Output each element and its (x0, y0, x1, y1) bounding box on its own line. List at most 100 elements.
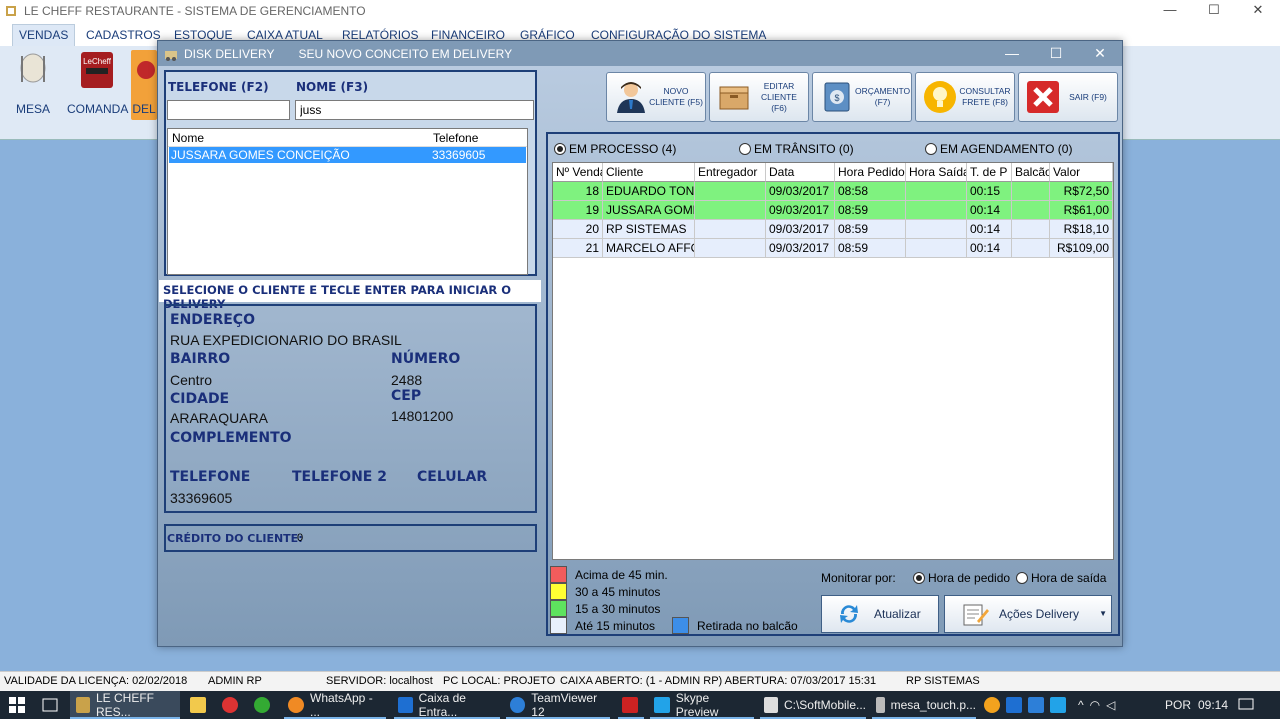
client-search-panel: TELEFONE (F2) NOME (F3) Nome Telefone JU… (164, 70, 537, 276)
taskbar-app-lecheff[interactable]: LE CHEFF RES... (70, 691, 180, 719)
taskbar-app-softmobile-label: C:\SoftMobile... (783, 698, 866, 712)
rx-app-button[interactable] (222, 691, 244, 719)
editar-label-1: EDITAR CLIENTE (761, 80, 797, 102)
language-indicator[interactable]: POR (1165, 691, 1191, 719)
dialog-maximize-button[interactable]: ☐ (1034, 41, 1078, 66)
teamviewer-icon (510, 697, 526, 713)
taskbar-app-whatsapp[interactable]: WhatsApp - ... (284, 691, 386, 719)
radio-em-processo[interactable]: EM PROCESSO (4) (554, 142, 676, 156)
orcamento-label-2: (F7) (874, 97, 891, 107)
task-view-button[interactable] (40, 691, 60, 719)
taskbar-app-lecheff-label: LE CHEFF RES... (96, 691, 155, 719)
col-entregador[interactable]: Entregador (695, 163, 766, 182)
file-explorer-button[interactable] (190, 691, 212, 719)
atualizar-button[interactable]: Atualizar (821, 595, 939, 633)
radio-dot (1016, 572, 1028, 584)
legend-red: Acima de 45 min. (550, 566, 668, 583)
col-valor[interactable]: Valor (1050, 163, 1113, 182)
taskbar-app-teamviewer[interactable]: TeamViewer 12 (506, 691, 610, 719)
radio-hora-pedido[interactable]: Hora de pedido (913, 571, 1010, 585)
comanda-button[interactable]: LeCheff COMANDA (67, 50, 128, 116)
order-row[interactable]: 18EDUARDO TONIC 09/03/201708:58 00:15 R$72,… (553, 182, 1113, 201)
client-list[interactable]: Nome Telefone JUSSARA GOMES CONCEIÇÃO 33… (167, 128, 528, 275)
close-button[interactable]: ✕ (1236, 0, 1280, 22)
col-num-venda[interactable]: Nº Venda (553, 163, 603, 182)
dialog-minimize-button[interactable]: — (990, 41, 1034, 66)
radio-hora-saida[interactable]: Hora de saída (1016, 571, 1106, 585)
taskbar-app-skype[interactable]: Skype Preview (650, 691, 754, 719)
exit-icon (1025, 79, 1061, 115)
orders-grid[interactable]: Nº Venda Cliente Entregador Data Hora Pe… (552, 162, 1114, 560)
acoes-delivery-button[interactable]: Ações Delivery ▼ (944, 595, 1112, 633)
mesa-button[interactable]: MESA (3, 50, 63, 116)
col-telefone[interactable]: Telefone (433, 131, 478, 145)
client-list-item[interactable]: JUSSARA GOMES CONCEIÇÃO 33369605 (169, 147, 526, 163)
tray-chevron-icon[interactable]: ^ (1078, 698, 1084, 712)
col-balcao[interactable]: Balcão (1012, 163, 1050, 182)
atualizar-label: Atualizar (874, 607, 921, 621)
tray-icons[interactable]: ^ ◠ ◁ (984, 691, 1121, 719)
col-hora-saida[interactable]: Hora Saída (906, 163, 967, 182)
order-row[interactable]: 21MARCELO AFFON 09/03/201708:59 00:14 R$109… (553, 239, 1113, 258)
start-button[interactable] (8, 691, 26, 719)
windows-icon (9, 697, 25, 713)
order-hora-saida (906, 201, 967, 220)
sair-button[interactable]: SAIR (F9) (1018, 72, 1118, 122)
dropdown-arrow-icon[interactable]: ▼ (1099, 609, 1107, 618)
radio-em-transito[interactable]: EM TRÂNSITO (0) (739, 142, 854, 156)
radio-em-transito-label: EM TRÂNSITO (0) (754, 142, 854, 156)
consultar-frete-button[interactable]: CONSULTAR FRETE (F8) (915, 72, 1015, 122)
edit-document-icon (963, 604, 989, 626)
refresh-icon (840, 605, 858, 623)
green-app-button[interactable] (254, 691, 276, 719)
firefox-icon (288, 697, 304, 713)
taskbar-app-mesa-touch[interactable]: mesa_touch.p... (872, 691, 976, 719)
taskbar-app-outlook[interactable]: Caixa de Entra... (394, 691, 500, 719)
order-num: 19 (553, 201, 603, 220)
name-label: NOME (F3) (296, 80, 369, 94)
tab-cadastros[interactable]: CADASTROS (86, 26, 161, 46)
name-search-input[interactable] (295, 100, 534, 120)
radio-hora-saida-label: Hora de saída (1031, 571, 1107, 585)
col-cliente[interactable]: Cliente (603, 163, 695, 182)
radio-em-agendamento[interactable]: EM AGENDAMENTO (0) (925, 142, 1072, 156)
clock[interactable]: 09:14 (1198, 691, 1228, 719)
order-entregador (695, 201, 766, 220)
wifi-icon[interactable]: ◠ (1090, 698, 1100, 712)
col-nome[interactable]: Nome (172, 131, 204, 145)
consultar-label-1: CONSULTAR (959, 86, 1011, 96)
mesa-label: MESA (15, 102, 50, 116)
volume-icon[interactable]: ◁ (1106, 698, 1115, 712)
maximize-button[interactable]: ☐ (1192, 0, 1236, 22)
minimize-button[interactable]: — (1148, 0, 1192, 22)
order-num: 20 (553, 220, 603, 239)
order-row[interactable]: 19JUSSARA GOMES 09/03/201708:59 00:14 R$61,… (553, 201, 1113, 220)
orcamento-label-1: ORÇAMENTO (855, 86, 911, 96)
delivery-label: DEL (132, 102, 156, 116)
order-row[interactable]: 20 RP SISTEMAS 09/03/2017 08:59 00:14 R$18,10 (553, 220, 1113, 239)
editar-cliente-button[interactable]: EDITAR CLIENTE (F6) (709, 72, 809, 122)
col-data[interactable]: Data (766, 163, 835, 182)
phone-search-input[interactable] (167, 100, 290, 120)
notifications-button[interactable] (1238, 691, 1254, 719)
dialog-close-button[interactable]: ✕ (1078, 41, 1122, 66)
novo-cliente-button[interactable]: NOVO CLIENTE (F5) (606, 72, 706, 122)
delivery-button[interactable]: DEL (131, 50, 157, 120)
col-hora-pedido[interactable]: Hora Pedido (835, 163, 906, 182)
orders-panel: EM PROCESSO (4) EM TRÂNSITO (0) EM AGEND… (546, 132, 1120, 636)
taskbar-app-softmobile[interactable]: C:\SoftMobile... (760, 691, 866, 719)
client-name: JUSSARA GOMES CONCEIÇÃO (171, 148, 350, 162)
col-tempo[interactable]: T. de P (967, 163, 1012, 182)
tab-vendas[interactable]: VENDAS (12, 24, 76, 46)
status-pc: PC LOCAL: PROJETO (443, 675, 556, 687)
rx-icon (222, 697, 238, 713)
status-caixa: CAIXA ABERTO: (1 - ADMIN RP) ABERTURA: 0… (560, 675, 877, 687)
taskbar-app-filezilla[interactable] (618, 691, 644, 719)
numero-value: 2488 (391, 372, 423, 388)
legend-blue-label: Retirada no balcão (697, 618, 798, 633)
order-entregador (695, 182, 766, 201)
legend-red-swatch (550, 566, 567, 583)
orcamento-button[interactable]: $ ORÇAMENTO (F7) (812, 72, 912, 122)
order-tempo: 00:14 (967, 220, 1012, 239)
complemento-label: COMPLEMENTO (170, 430, 292, 446)
